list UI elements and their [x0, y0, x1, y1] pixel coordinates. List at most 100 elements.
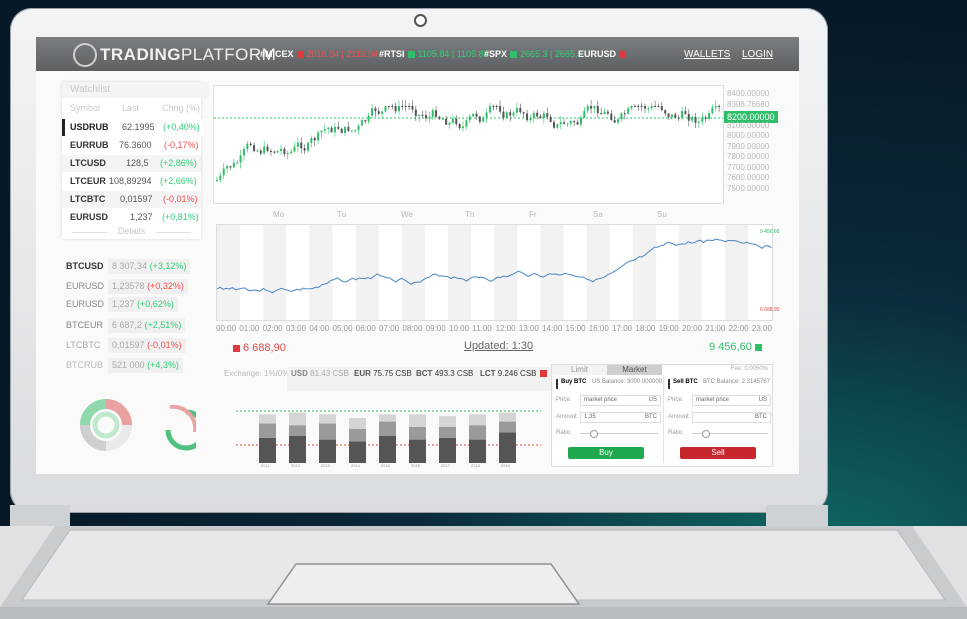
buy-ratio-handle[interactable]: [590, 430, 598, 438]
pair-value: 1,237 (+0,62%): [108, 297, 178, 312]
bar-segment: [409, 439, 426, 463]
candle-body: [687, 114, 690, 121]
candle-body: [573, 121, 576, 123]
row-last: 1,237: [130, 212, 153, 222]
candle-body: [431, 110, 434, 118]
buy-amount-input[interactable]: 1,35 BTC: [580, 412, 661, 423]
candle-body: [320, 130, 323, 133]
watchlist-row[interactable]: EURUSD 1,237 (+0,81%): [62, 209, 201, 226]
row-symbol: EURUSD: [70, 212, 109, 222]
logo[interactable]: TRADINGPLATFORM: [100, 45, 276, 65]
tab-market[interactable]: Market: [607, 365, 662, 375]
wallets-link[interactable]: WALLETS: [684, 49, 730, 60]
hour-label: 17:00: [612, 324, 633, 333]
camera-icon: [414, 14, 427, 27]
hour-band: [217, 225, 241, 320]
col-change[interactable]: Chng (%): [162, 100, 200, 117]
updated-label[interactable]: Updated: 1:30: [464, 340, 533, 352]
hour-label: 20:00: [682, 324, 703, 333]
candle-body: [306, 142, 309, 151]
candle-body: [475, 113, 478, 117]
row-last: 108,89294: [109, 176, 152, 186]
candle-body: [546, 113, 549, 117]
buy-button[interactable]: Buy: [568, 447, 644, 459]
bar-segment: [319, 414, 336, 424]
sell-amount-label: Amount:: [668, 414, 691, 420]
pair-symbol: LTCBTC: [66, 340, 101, 350]
candle-body: [704, 117, 707, 119]
bar-segment: [469, 425, 486, 440]
watchlist-row[interactable]: LTCBTC 0,01597 (-0,01%): [62, 191, 201, 208]
candle-body: [441, 118, 444, 120]
candle-body: [404, 106, 407, 107]
hour-band: [725, 225, 749, 320]
candle-body: [445, 118, 448, 125]
sell-header: Sell BTC BTC Balance: 2.3145767: [668, 379, 770, 389]
pair-row[interactable]: BTCRUB 521 000 (+4,3%): [58, 358, 203, 373]
bar-segment: [379, 421, 396, 436]
watchlist-row[interactable]: EURRUB 76.3600 (-0,17%): [62, 137, 201, 154]
bar-segment: [289, 412, 306, 426]
hour-label: 03:00: [285, 324, 306, 333]
candle-body: [515, 107, 518, 113]
line-chart[interactable]: [216, 224, 773, 321]
candle-body: [472, 113, 475, 117]
buy-price-input[interactable]: market price US: [580, 395, 661, 406]
candle-body: [424, 115, 427, 119]
pair-row[interactable]: EURUSD 1,23578 (+0,32%): [58, 279, 203, 294]
hour-label: 12:00: [495, 324, 516, 333]
row-last: 76.3600: [119, 140, 152, 150]
ticker-spx[interactable]: #SPX 2665.3 | 2665.3: [484, 49, 582, 59]
exchange-label: Exchange: 1%/0%: [224, 369, 290, 378]
candle-body: [664, 110, 667, 114]
sell-price-input[interactable]: market price US: [692, 395, 771, 406]
pair-value: 6 687,2 (+2,51%): [108, 318, 186, 333]
hour-label: 08:00: [402, 324, 423, 333]
watchlist-row[interactable]: LTCEUR 108,89294 (+2,66%): [62, 173, 201, 190]
details-link[interactable]: Details: [62, 226, 201, 236]
candle-body: [458, 123, 461, 129]
candle-body: [660, 106, 663, 111]
ticker-rtsi[interactable]: #RTSI 1105.84 | 1105.84: [379, 49, 489, 59]
row-symbol: LTCBTC: [70, 194, 106, 204]
candle-body: [236, 162, 239, 164]
ticker-eurusd[interactable]: EURUSD: [578, 49, 629, 59]
sell-ratio-handle[interactable]: [702, 430, 710, 438]
bar-segment: [289, 425, 306, 436]
candle-body: [397, 106, 400, 112]
candle-body: [374, 108, 377, 112]
up-indicator-icon: [754, 343, 762, 351]
day-label: Sa: [593, 210, 603, 219]
candle-body: [633, 106, 636, 107]
exchange-lct[interactable]: LCT 9.246 CSB: [476, 367, 554, 391]
candle-body: [684, 111, 687, 115]
candle-body: [509, 112, 512, 116]
hour-band: [540, 225, 564, 320]
low-price: 6 688,90: [230, 342, 286, 354]
col-symbol[interactable]: Symbol: [70, 100, 100, 117]
candle-body: [714, 106, 717, 108]
col-last[interactable]: Last: [122, 100, 139, 117]
candlestick-plot: [214, 100, 723, 183]
sell-button[interactable]: Sell: [680, 447, 756, 459]
buy-ratio-label: Ratio:: [556, 430, 572, 436]
candle-body: [569, 121, 572, 124]
pair-row[interactable]: LTCBTC 0,01597 (-0,01%): [58, 338, 203, 353]
pair-row[interactable]: BTCEUR 6 687,2 (+2,51%): [58, 318, 203, 333]
watchlist-row[interactable]: LTCUSD 128,5 (+2,86%): [62, 155, 201, 172]
candle-body: [293, 146, 296, 152]
watchlist-row[interactable]: USDRUB 62.1995 (+0,40%): [62, 119, 204, 136]
ticker-micex[interactable]: #MICEX 2016.04 | 2116.04: [260, 49, 378, 59]
candle-body: [492, 106, 495, 107]
candle-body: [259, 150, 262, 154]
pair-row[interactable]: BTCUSD 8 307,34 (+3,12%): [58, 259, 203, 274]
candle-body: [637, 106, 640, 107]
pair-row[interactable]: EURUSD 1,237 (+0,62%): [58, 297, 203, 312]
sell-amount-input[interactable]: BTC: [692, 412, 771, 423]
candle-body: [613, 120, 616, 123]
bar-segment: [499, 421, 516, 433]
tab-limit[interactable]: Limit: [552, 365, 607, 375]
candlestick-chart[interactable]: [213, 85, 724, 204]
candle-body: [340, 128, 343, 134]
login-link[interactable]: LOGIN: [742, 49, 773, 60]
